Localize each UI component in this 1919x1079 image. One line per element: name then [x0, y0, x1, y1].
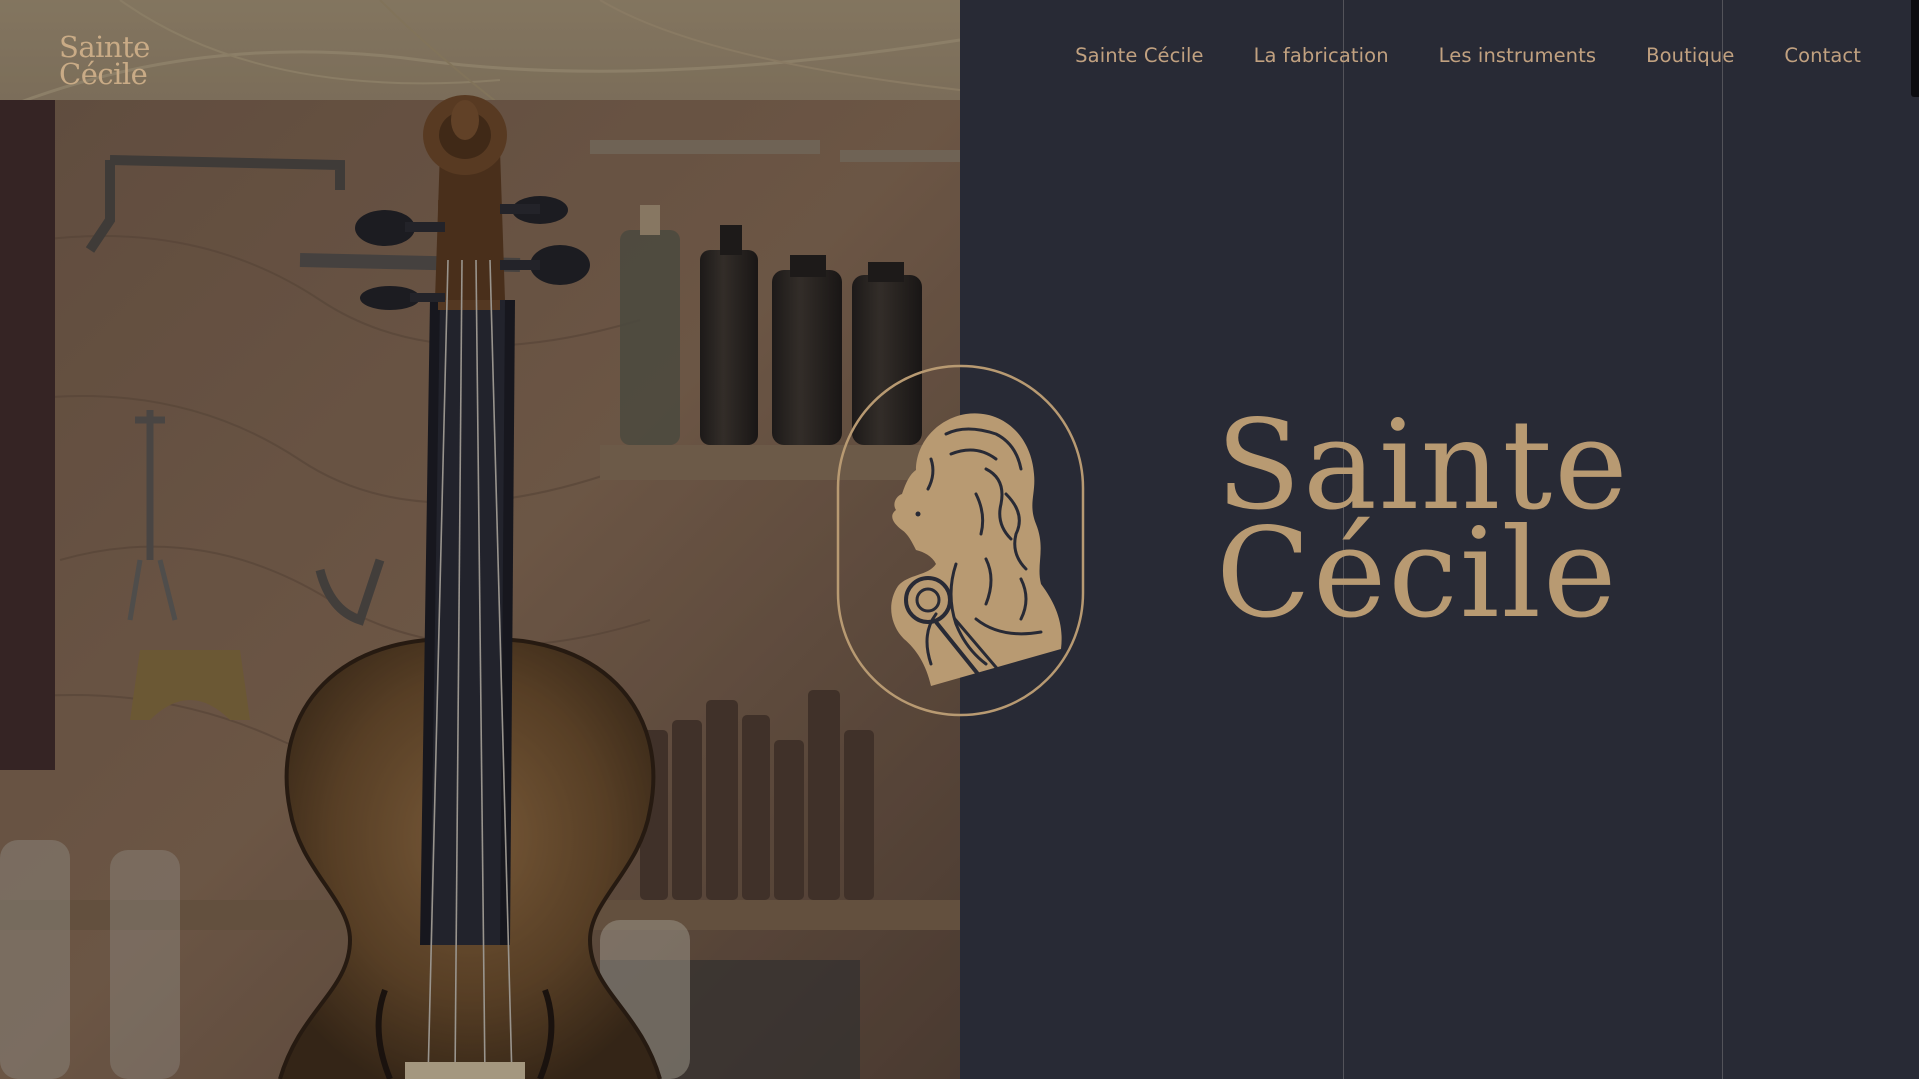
hero-title-line2: Cécile — [1216, 502, 1619, 646]
workshop-illustration — [0, 0, 960, 1079]
nav-sainte-cecile[interactable]: Sainte Cécile — [1075, 44, 1203, 67]
scrollbar-thumb[interactable] — [1911, 0, 1919, 97]
brand-logo-link[interactable]: Sainte Cécile — [59, 33, 169, 91]
violin-workshop-photo — [0, 0, 960, 1079]
nav-boutique[interactable]: Boutique — [1646, 44, 1734, 67]
brand-logo-line2: Cécile — [59, 57, 148, 91]
nav-les-instruments[interactable]: Les instruments — [1439, 44, 1597, 67]
saint-cecilia-portrait-icon — [836, 364, 1085, 717]
main-nav: Sainte Cécile La fabrication Les instrum… — [1075, 44, 1861, 67]
nav-la-fabrication[interactable]: La fabrication — [1254, 44, 1389, 67]
guide-line — [1722, 0, 1723, 1079]
hero-title: Sainte Cécile — [1216, 404, 1636, 646]
page: Sainte Cécile Sainte Cécile La fabricati… — [0, 0, 1919, 1079]
nav-contact[interactable]: Contact — [1784, 44, 1861, 67]
